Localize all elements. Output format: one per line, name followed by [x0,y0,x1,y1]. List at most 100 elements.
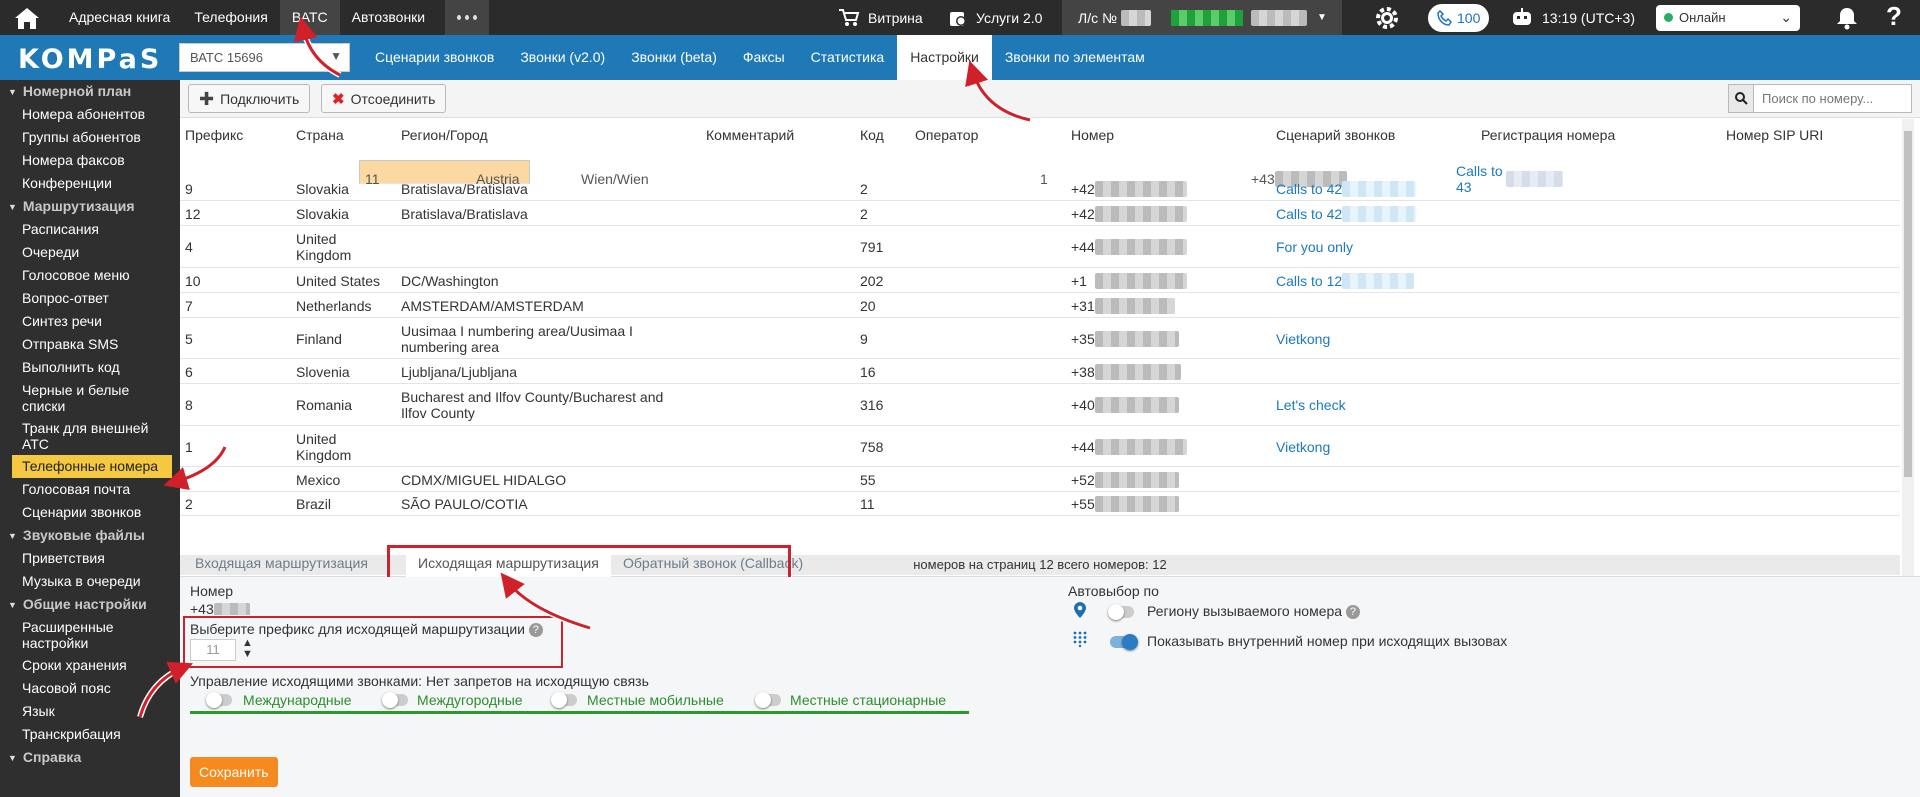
cell-prefix: 2 [185,496,193,512]
tab-incoming-routing[interactable]: Входящая маршрутизация [195,549,368,577]
sidebar-item-call-scenarios[interactable]: Сценарии звонков [0,501,180,524]
col-sip-uri[interactable]: Номер SIP URI [1726,119,1823,152]
toggle-long-distance[interactable] [382,692,408,708]
sidebar-item-timezone[interactable]: Часовой пояс [0,677,180,700]
toggle-local-landline[interactable] [755,692,781,708]
more-menu-icon[interactable] [445,0,490,35]
table-row[interactable]: 6 Slovenia Ljubljana/Ljubljana 16 +38 [180,359,1900,384]
scrollbar-thumb[interactable] [1904,131,1912,477]
table-row[interactable]: 2 Brazil SÃO PAULO/COTIA 11 +55 [180,492,1900,516]
gear-icon[interactable] [1374,5,1400,31]
sidebar-item-queue-music[interactable]: Музыка в очереди [0,570,180,593]
sidebar-item-subscriber-numbers[interactable]: Номера абонентов [0,103,180,126]
tab-calls-beta[interactable]: Звонки (beta) [618,35,730,80]
toggle-show-internal[interactable] [1110,634,1138,650]
table-row[interactable]: Mexico CDMX/MIGUEL HIDALGO 55 +52 [180,467,1900,492]
services-link[interactable]: Услуги 2.0 [948,0,1042,35]
sidebar-item-phone-numbers[interactable]: Телефонные номера [12,455,172,478]
sidebar-item-voice-menu[interactable]: Голосовое меню [0,264,180,287]
table-row[interactable]: 9 Slovakia Bratislava/Bratislava 2 +42 C… [180,176,1900,201]
vitrina-link[interactable]: Витрина [838,0,923,35]
tab-settings[interactable]: Настройки [897,35,992,80]
top-nav-address-book[interactable]: Адресная книга [57,0,182,35]
sidebar-item-schedules[interactable]: Расписания [0,218,180,241]
sidebar-item-advanced-settings[interactable]: Расширенные настройки [0,616,180,654]
col-comment[interactable]: Комментарий [706,119,794,152]
scenario-link[interactable]: Calls to 42 [1276,181,1342,197]
sidebar-item-retention[interactable]: Сроки хранения [0,654,180,677]
sidebar-section-sound-files[interactable]: ▼ Звуковые файлы [0,524,180,547]
cell-country: United States [296,272,381,289]
sidebar-item-black-white-lists[interactable]: Черные и белые списки [0,379,180,417]
account-selector[interactable]: Л/с № ▼ [1062,0,1342,35]
cell-code: 16 [860,363,876,380]
scenario-link[interactable]: Let's check [1276,397,1346,413]
cell-number-value: +38 [1071,363,1095,380]
table-scrollbar[interactable] [1902,119,1914,616]
table-row[interactable]: 4 United Kingdom 791 +44 For you only [180,226,1900,268]
pbx-select[interactable]: ВАТС 15696 ▼ [179,43,350,72]
sidebar-item-send-sms[interactable]: Отправка SMS [0,333,180,356]
disconnect-button[interactable]: ✖ Отсоединить [321,84,447,113]
sidebar-section-numbering[interactable]: ▼ Номерной план [0,80,180,103]
table-row[interactable]: 7 Netherlands AMSTERDAM/AMSTERDAM 20 +31 [180,293,1900,318]
connect-button[interactable]: ✚ Подключить [188,84,311,113]
search-icon[interactable] [1728,84,1754,113]
scenario-link[interactable]: Calls to 42 [1276,206,1342,222]
cell-scenario: Calls to 42 [1276,176,1417,201]
sidebar-item-language[interactable]: Язык [0,700,180,723]
search-input[interactable] [1754,84,1912,113]
table-row[interactable]: 10 United States DC/Washington 202 +1 Ca… [180,268,1900,293]
scenario-link[interactable]: Calls to 12 [1276,273,1342,289]
top-nav-autocalls[interactable]: Автозвонки [340,0,438,35]
sidebar-section-routing[interactable]: ▼ Маршрутизация [0,195,180,218]
sidebar-item-question-answer[interactable]: Вопрос-ответ [0,287,180,310]
col-country[interactable]: Страна [296,119,344,152]
sidebar-item-run-code[interactable]: Выполнить код [0,356,180,379]
col-code[interactable]: Код [860,119,884,152]
sidebar-item-fax-numbers[interactable]: Номера факсов [0,149,180,172]
tab-statistics[interactable]: Статистика [798,35,898,80]
table-row[interactable]: 8 Romania Bucharest and Ilfov County/Buc… [180,384,1900,426]
scenario-link[interactable]: For you only [1276,239,1353,255]
sidebar-item-speech-synthesis[interactable]: Синтез речи [0,310,180,333]
scenario-link[interactable]: Vietkong [1276,331,1330,347]
scenario-link[interactable]: Vietkong [1276,439,1330,455]
col-prefix[interactable]: Префикс [185,119,243,152]
toggle-international[interactable] [206,692,232,708]
sidebar-section-general-settings[interactable]: ▼ Общие настройки [0,593,180,616]
toggle-region[interactable] [1108,604,1134,620]
top-nav-telephony[interactable]: Телефония [182,0,279,35]
col-region[interactable]: Регион/Город [401,119,488,152]
toggle-local-mobile[interactable] [551,692,577,708]
col-number[interactable]: Номер [1071,119,1114,152]
col-scenario[interactable]: Сценарий звонков [1276,119,1395,152]
sidebar-item-conferences[interactable]: Конференции [0,172,180,195]
col-registration[interactable]: Регистрация номера [1481,119,1615,152]
sidebar-item-subscriber-groups[interactable]: Группы абонентов [0,126,180,149]
bell-icon[interactable] [1836,6,1858,30]
col-operator[interactable]: Оператор [915,119,978,152]
status-select[interactable]: Онлайн ⌄ [1656,0,1800,35]
tab-faxes[interactable]: Факсы [730,35,798,80]
sidebar-item-queues[interactable]: Очереди [0,241,180,264]
sidebar-item-voicemail[interactable]: Голосовая почта [0,478,180,501]
help-icon[interactable]: ? [1886,1,1902,32]
table-row[interactable]: 12 Slovakia Bratislava/Bratislava 2 +42 … [180,201,1900,226]
table-row[interactable]: 5 Finland Uusimaa I numbering area/Uusim… [180,318,1900,359]
save-button[interactable]: Сохранить [190,757,278,787]
sidebar-item-external-trunk[interactable]: Транк для внешней АТС [0,417,180,455]
tab-calls-by-elements[interactable]: Звонки по элементам [992,35,1158,80]
sidebar-item-greetings[interactable]: Приветствия [0,547,180,570]
calls-counter[interactable]: 100 [1428,0,1490,35]
tab-call-scenarios[interactable]: Сценарии звонков [362,35,507,80]
help-icon[interactable]: ? [1345,605,1360,620]
highlight-prefix [182,615,564,669]
sidebar-item-transcription[interactable]: Транскрибация [0,723,180,746]
sidebar-section-help[interactable]: ▼ Справка [0,746,180,769]
home-icon[interactable] [8,5,46,31]
tab-calls-v2[interactable]: Звонки (v2.0) [507,35,618,80]
cell-code: 791 [860,239,884,255]
top-nav-vats[interactable]: ВАТС [279,0,340,35]
table-row[interactable]: 1 United Kingdom 758 +44 Vietkong [180,426,1900,467]
